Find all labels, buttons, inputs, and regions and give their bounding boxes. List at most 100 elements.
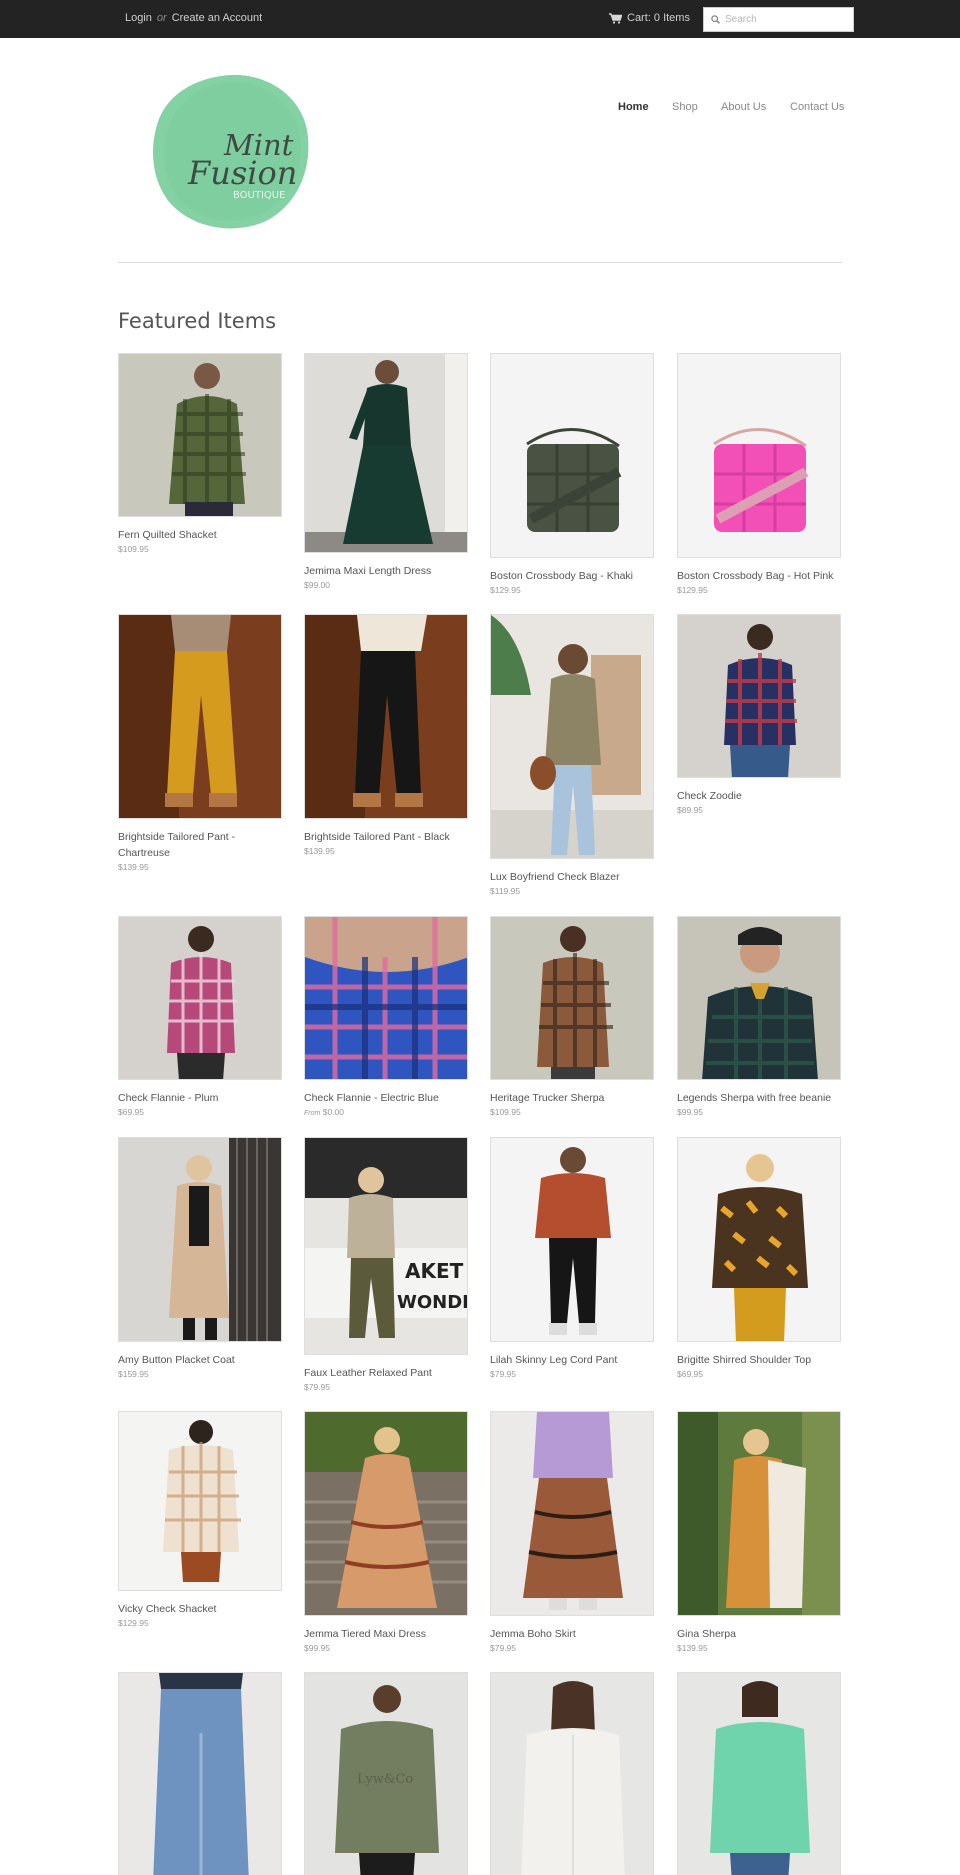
product-price: $139.95 (118, 862, 149, 872)
logo-line-2: Fusion (187, 154, 297, 192)
product-card: Vicky Check Shacket $129.95 (118, 1411, 282, 1628)
product-name[interactable]: Lux Boyfriend Check Blazer (490, 869, 654, 885)
product-name[interactable]: Check Flannie - Plum (118, 1090, 282, 1106)
product-price: $109.95 (118, 544, 149, 554)
shirt-print-text: Lyw&Co (357, 1772, 413, 1787)
logo-line-3: BOUTIQUE (233, 190, 285, 201)
product-card: Fern Quilted Shacket $109.95 (118, 353, 282, 554)
product-price: $139.95 (677, 1643, 708, 1653)
product-card: Check Flannie - Electric Blue From $0.00 (304, 916, 468, 1117)
product-card: Lux Boyfriend Check Blazer $119.95 (490, 614, 654, 896)
product-name[interactable]: Amy Button Placket Coat (118, 1352, 282, 1368)
product-card: Lyw&Co (304, 1672, 468, 1875)
product-image[interactable] (118, 1411, 282, 1591)
nav-shop[interactable]: Shop (672, 101, 698, 113)
product-price: $129.95 (118, 1618, 149, 1628)
product-card: Brightside Tailored Pant - Black $139.95 (304, 614, 468, 856)
product-price: $159.95 (118, 1369, 149, 1379)
product-name[interactable]: Jemima Maxi Length Dress (304, 563, 468, 579)
product-card: AKET WONDER Faux Leather Relaxed Pant $79… (304, 1137, 468, 1392)
product-name[interactable]: Gina Sherpa (677, 1626, 841, 1642)
product-price: $69.95 (677, 1369, 703, 1379)
product-image[interactable] (677, 614, 841, 778)
product-image[interactable] (304, 353, 468, 553)
product-name[interactable]: Fern Quilted Shacket (118, 527, 282, 543)
product-price: $79.95 (304, 1382, 330, 1392)
product-image[interactable] (490, 1137, 654, 1342)
product-name[interactable]: Heritage Trucker Sherpa (490, 1090, 654, 1106)
product-image[interactable] (118, 1137, 282, 1342)
search-icon (711, 15, 720, 24)
product-image[interactable] (304, 1411, 468, 1616)
product-name[interactable]: Vicky Check Shacket (118, 1601, 282, 1617)
product-name[interactable]: Brightside Tailored Pant - Black (304, 829, 468, 845)
nav-about-us[interactable]: About Us (721, 101, 766, 113)
product-price: $109.95 (490, 1107, 521, 1117)
product-name[interactable]: Boston Crossbody Bag - Hot Pink (677, 568, 841, 584)
login-link[interactable]: Login (125, 12, 152, 24)
product-name[interactable]: Brigitte Shirred Shoulder Top (677, 1352, 841, 1368)
search-input[interactable] (725, 14, 845, 25)
product-name[interactable]: Jemma Tiered Maxi Dress (304, 1626, 468, 1642)
product-card: Brightside Tailored Pant - Chartreuse $1… (118, 614, 282, 872)
product-image[interactable] (677, 353, 841, 558)
product-card: Gina Sherpa $139.95 (677, 1411, 841, 1653)
product-image[interactable] (490, 916, 654, 1080)
product-price: $69.95 (118, 1107, 144, 1117)
nav-contact-us[interactable]: Contact Us (790, 101, 844, 113)
product-name[interactable]: Jemma Boho Skirt (490, 1626, 654, 1642)
product-image[interactable] (677, 1672, 841, 1875)
product-price: $99.00 (304, 580, 330, 590)
price-prefix: From (304, 1110, 321, 1117)
product-image[interactable] (118, 916, 282, 1080)
brand-logo[interactable]: Mint Fusion BOUTIQUE (150, 72, 312, 230)
svg-text:AKET: AKET (405, 1259, 464, 1283)
product-image[interactable] (304, 916, 468, 1080)
product-image[interactable] (304, 614, 468, 819)
product-price: $129.95 (677, 585, 708, 595)
product-card: Check Flannie - Plum $69.95 (118, 916, 282, 1117)
product-image[interactable] (118, 1672, 282, 1875)
or-text: or (156, 12, 167, 24)
featured-items-title: Featured Items (118, 309, 277, 333)
product-image[interactable] (677, 1137, 841, 1342)
nav-home[interactable]: Home (618, 101, 649, 113)
product-card: Check Zoodie $89.95 (677, 614, 841, 815)
top-bar: Login or Create an Account Cart: 0 Items (0, 0, 960, 38)
product-card: Lilah Skinny Leg Cord Pant $79.95 (490, 1137, 654, 1379)
cart-label: Cart: 0 Items (627, 12, 690, 24)
product-price: $99.95 (304, 1643, 330, 1653)
product-image[interactable] (118, 353, 282, 517)
product-card (490, 1672, 654, 1875)
product-image[interactable]: AKET WONDER (304, 1137, 468, 1355)
product-image[interactable] (677, 916, 841, 1080)
product-image[interactable] (490, 614, 654, 859)
cart-link[interactable]: Cart: 0 Items (609, 12, 690, 24)
product-image[interactable] (490, 353, 654, 558)
product-name[interactable]: Check Zoodie (677, 788, 841, 804)
product-card: Legends Sherpa with free beanie $99.95 (677, 916, 841, 1117)
product-card: Brigitte Shirred Shoulder Top $69.95 (677, 1137, 841, 1379)
price-value: $0.00 (322, 1107, 344, 1117)
product-name[interactable]: Legends Sherpa with free beanie (677, 1090, 841, 1106)
product-card: Boston Crossbody Bag - Khaki $129.95 (490, 353, 654, 595)
product-price: $119.95 (490, 886, 521, 896)
product-name[interactable]: Boston Crossbody Bag - Khaki (490, 568, 654, 584)
product-image[interactable] (490, 1411, 654, 1616)
product-image[interactable] (490, 1672, 654, 1875)
product-card (677, 1672, 841, 1875)
product-name[interactable]: Brightside Tailored Pant - Chartreuse (118, 829, 282, 861)
create-account-link[interactable]: Create an Account (172, 12, 263, 24)
search-box (703, 7, 854, 32)
product-image[interactable] (118, 614, 282, 819)
product-price: $129.95 (490, 585, 521, 595)
product-image[interactable]: Lyw&Co (304, 1672, 468, 1875)
product-name[interactable]: Check Flannie - Electric Blue (304, 1090, 468, 1106)
product-price: $99.95 (677, 1107, 703, 1117)
cart-icon (609, 12, 622, 24)
header-divider (118, 262, 842, 263)
product-name[interactable]: Faux Leather Relaxed Pant (304, 1365, 468, 1381)
product-image[interactable] (677, 1411, 841, 1616)
product-price: From $0.00 (304, 1107, 468, 1117)
product-name[interactable]: Lilah Skinny Leg Cord Pant (490, 1352, 654, 1368)
